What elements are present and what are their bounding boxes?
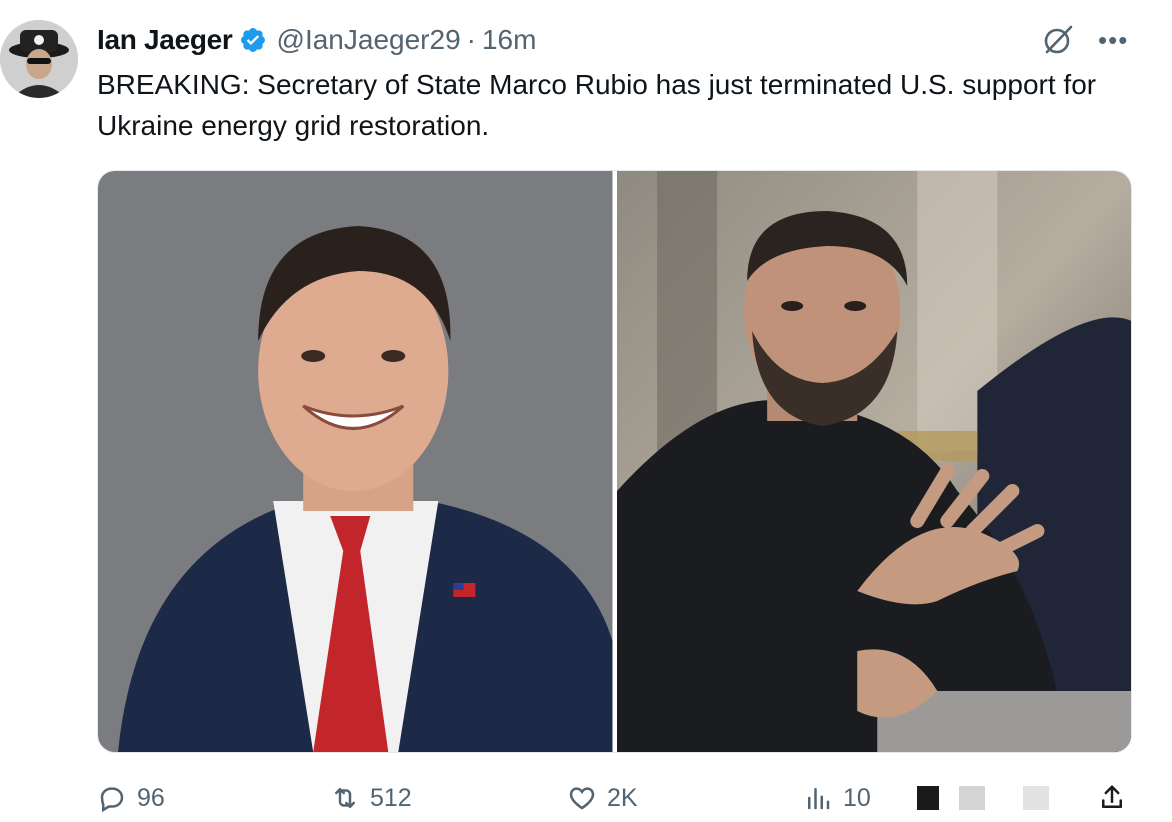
views-icon: [808, 788, 830, 810]
top-actions: •••: [1040, 22, 1128, 58]
more-options-icon[interactable]: •••: [1098, 22, 1128, 58]
media-photo-right[interactable]: [616, 171, 1131, 752]
retweet-count: 512: [370, 783, 412, 812]
avatar-image: [0, 20, 78, 98]
share-icon: [1102, 785, 1122, 808]
tweet-actions: 96 512 2K 10: [97, 778, 1167, 818]
media-photo-left[interactable]: [98, 171, 613, 752]
heart-icon: [569, 787, 595, 810]
watermark-icon: [959, 786, 985, 810]
like-button[interactable]: 2K: [567, 778, 638, 818]
author-name[interactable]: Ian Jaeger: [97, 24, 233, 56]
share-button[interactable]: [1097, 778, 1137, 818]
bookmark-button[interactable]: [917, 778, 1049, 818]
author-handle[interactable]: @IanJaeger29: [277, 24, 461, 56]
like-count: 2K: [607, 783, 638, 812]
tweet-text: BREAKING: Secretary of State Marco Rubio…: [97, 69, 1097, 141]
verified-badge-icon[interactable]: [239, 26, 267, 54]
avatar[interactable]: [0, 20, 78, 98]
tweet-media: [97, 170, 1132, 753]
grok-icon[interactable]: [1040, 22, 1076, 58]
tweet-timestamp[interactable]: 16m: [482, 24, 536, 56]
views-button[interactable]: 10: [803, 778, 871, 818]
separator-dot: ·: [466, 24, 476, 55]
watermark-icon: [1023, 786, 1049, 810]
reply-button[interactable]: 96: [97, 778, 165, 818]
retweet-button[interactable]: 512: [330, 778, 412, 818]
bookmark-icon: [917, 786, 939, 810]
retweet-icon: [335, 788, 355, 808]
reply-icon: [100, 787, 124, 813]
tweet-header: Ian Jaeger @IanJaeger29 · 16m: [97, 22, 536, 58]
views-count: 10: [843, 783, 871, 812]
reply-count: 96: [137, 783, 165, 812]
